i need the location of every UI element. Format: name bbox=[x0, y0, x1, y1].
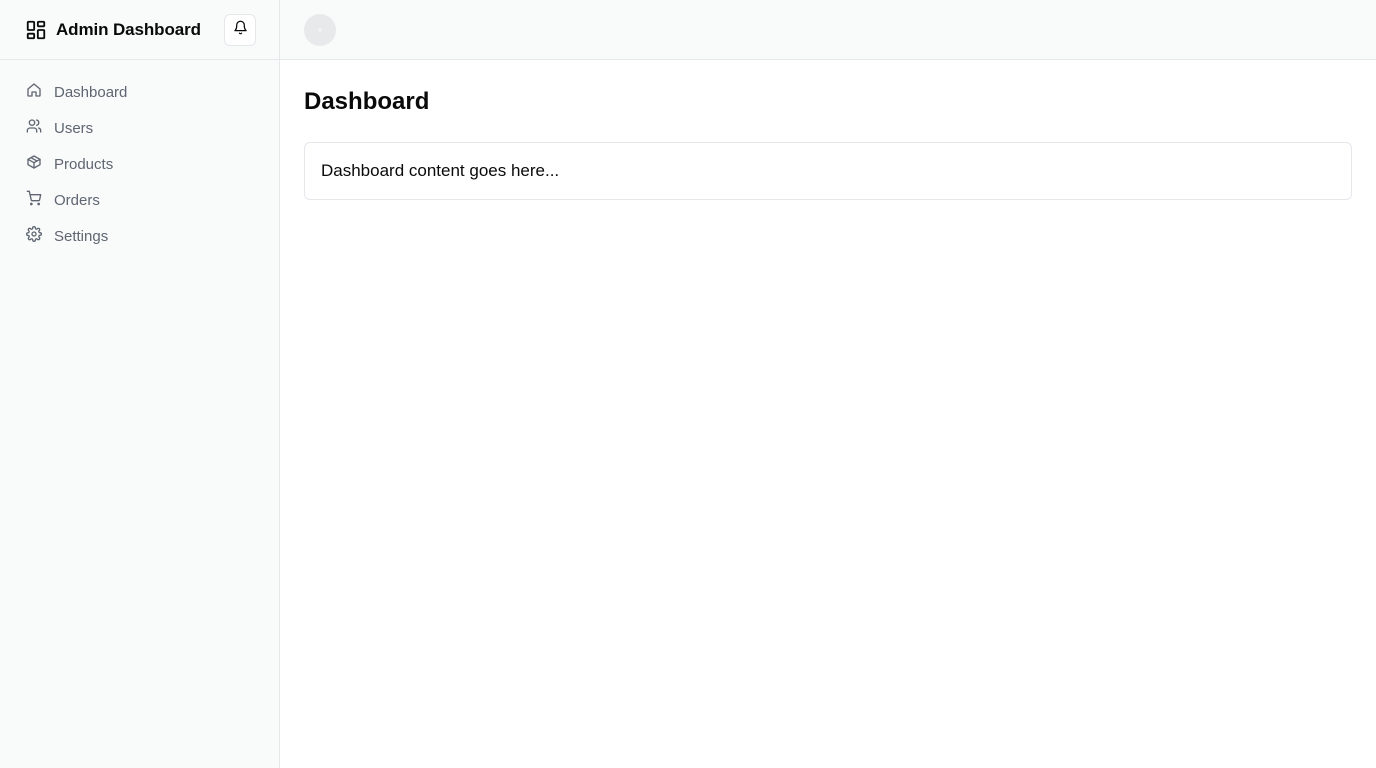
sidebar-item-products[interactable]: Products bbox=[16, 148, 263, 180]
sidebar-item-settings[interactable]: Settings bbox=[16, 220, 263, 252]
layout-grid-icon bbox=[24, 18, 47, 41]
users-icon bbox=[26, 118, 42, 138]
topbar bbox=[280, 0, 1376, 60]
brand[interactable]: Admin Dashboard bbox=[24, 18, 201, 41]
cart-icon bbox=[26, 190, 42, 210]
app-shell: Admin Dashboard Dashboard Users Products… bbox=[0, 0, 1376, 768]
sidebar-item-dashboard[interactable]: Dashboard bbox=[16, 76, 263, 108]
bell-icon bbox=[233, 20, 248, 40]
gear-icon bbox=[26, 226, 42, 246]
home-icon bbox=[26, 82, 42, 102]
page-title: Dashboard bbox=[304, 88, 430, 115]
content-card-text: Dashboard content goes here... bbox=[321, 161, 560, 180]
brand-title: Admin Dashboard bbox=[56, 19, 201, 39]
avatar[interactable] bbox=[304, 13, 336, 46]
sidebar-header: Admin Dashboard bbox=[0, 0, 279, 60]
page-content: Dashboard Dashboard content goes here... bbox=[280, 60, 1376, 224]
sidebar-item-orders[interactable]: Orders bbox=[16, 184, 263, 216]
sidebar-item-label: Dashboard bbox=[54, 83, 128, 101]
sidebar-item-label: Settings bbox=[54, 227, 109, 245]
sidebar-item-users[interactable]: Users bbox=[16, 112, 263, 144]
sidebar-item-label: Products bbox=[54, 155, 114, 173]
sidebar-item-label: Users bbox=[54, 119, 94, 137]
sidebar-nav: Dashboard Users Products Orders Settings bbox=[0, 60, 279, 268]
sidebar-item-label: Orders bbox=[54, 191, 100, 209]
sidebar: Admin Dashboard Dashboard Users Products… bbox=[0, 0, 280, 768]
main-area: Dashboard Dashboard content goes here... bbox=[280, 0, 1376, 768]
content-card: Dashboard content goes here... bbox=[304, 142, 1352, 200]
notifications-button[interactable] bbox=[224, 13, 256, 46]
avatar-placeholder-icon bbox=[318, 27, 322, 32]
box-icon bbox=[26, 154, 42, 174]
